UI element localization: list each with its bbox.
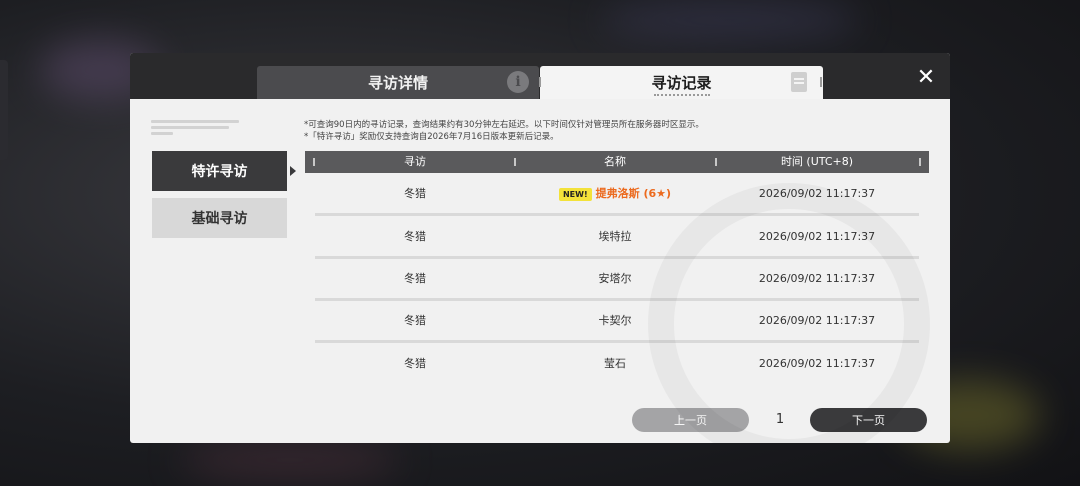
prev-page-button[interactable]: 上一页: [632, 408, 749, 432]
tab-gacha-details[interactable]: 寻访详情 i: [257, 66, 539, 99]
table-row: 冬猎 NEW! 提弗洛斯 (6★) 2026/09/02 11:17:37: [315, 173, 919, 216]
cell-time: 2026/09/02 11:17:37: [758, 187, 876, 200]
table-header: 寻访 名称 时间 (UTC+8): [305, 151, 929, 173]
category-basic-gacha[interactable]: 基础寻访: [152, 198, 287, 238]
background-blur: [600, 0, 860, 40]
cell-name: 安塔尔: [598, 272, 632, 285]
close-icon[interactable]: ✕: [916, 67, 936, 89]
item-name-highlight: 提弗洛斯 (6★): [595, 187, 672, 200]
cell-time: 2026/09/02 11:17:37: [758, 314, 876, 327]
cell-time: 2026/09/02 11:17:37: [758, 357, 876, 370]
header-time: 时间 (UTC+8): [780, 155, 854, 168]
header-name: 名称: [604, 155, 626, 168]
table-row: 冬猎 埃特拉 2026/09/02 11:17:37: [315, 216, 919, 259]
category-special-gacha[interactable]: 特许寻访: [152, 151, 296, 191]
tab-underline: [653, 94, 710, 96]
category-label: 特许寻访: [191, 164, 248, 180]
next-page-label: 下一页: [852, 414, 885, 427]
notes: *可查询90日内的寻访记录，查询结果约有30分钟左右延迟。以下时间仅针对管理员所…: [304, 119, 704, 143]
gacha-record-dialog: 寻访详情 i 寻访记录 ✕ 特许寻访 基础寻访 *可查询90日内的寻访记录，查询…: [130, 53, 950, 443]
table-row: 冬猎 卡契尔 2026/09/02 11:17:37: [315, 300, 919, 343]
background-blur: [180, 440, 400, 480]
document-icon: [791, 72, 807, 92]
logo-placeholder: [151, 120, 239, 138]
info-icon[interactable]: i: [507, 71, 529, 93]
category-label: 基础寻访: [191, 211, 248, 227]
header-pool: 寻访: [404, 155, 426, 168]
cell-name: 莹石: [604, 357, 626, 370]
cell-pool: 冬猎: [404, 357, 426, 370]
next-page-button[interactable]: 下一页: [810, 408, 927, 432]
tab-gacha-records[interactable]: 寻访记录: [540, 66, 823, 99]
note-line: *「特许寻访」奖励仅支持查询自2026年7月16日版本更新后记录。: [304, 132, 559, 142]
cell-time: 2026/09/02 11:17:37: [758, 272, 876, 285]
new-badge: NEW!: [558, 187, 592, 201]
tab-label: 寻访记录: [651, 74, 712, 92]
cell-name: 卡契尔: [598, 314, 632, 327]
table-row: 冬猎 安塔尔 2026/09/02 11:17:37: [315, 258, 919, 301]
note-line: *可查询90日内的寻访记录，查询结果约有30分钟左右延迟。以下时间仅针对管理员所…: [304, 120, 704, 130]
prev-page-label: 上一页: [674, 414, 707, 427]
side-handle: [0, 60, 8, 160]
cell-time: 2026/09/02 11:17:37: [758, 230, 876, 243]
tab-divider: [539, 77, 541, 87]
cell-pool: 冬猎: [404, 230, 426, 243]
tab-label: 寻访详情: [367, 74, 428, 92]
cell-name: NEW! 提弗洛斯 (6★): [515, 173, 715, 215]
cell-pool: 冬猎: [404, 314, 426, 327]
cell-name: 埃特拉: [598, 230, 632, 243]
tab-divider: [820, 77, 822, 87]
cell-pool: 冬猎: [404, 272, 426, 285]
page-number: 1: [775, 412, 785, 427]
table-row: 冬猎 莹石 2026/09/02 11:17:37: [315, 343, 919, 385]
header-divider: [919, 158, 921, 166]
cell-pool: 冬猎: [404, 187, 426, 200]
